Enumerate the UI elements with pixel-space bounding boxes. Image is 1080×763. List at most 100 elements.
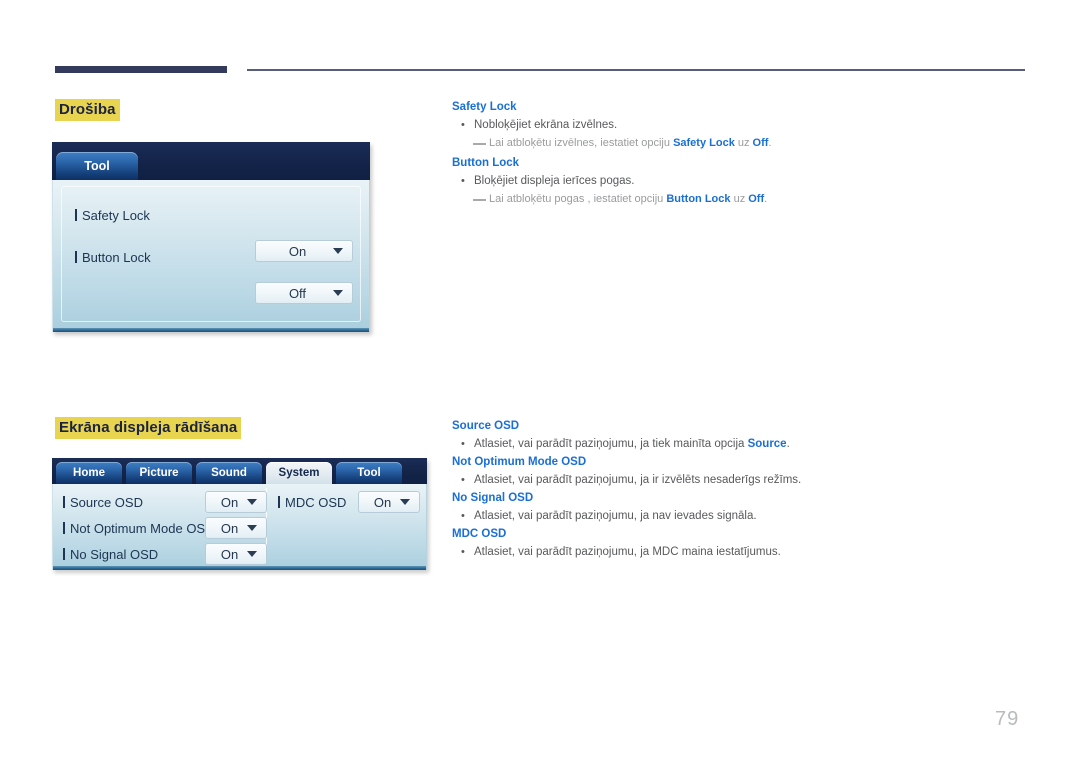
note-bullet-post-source: . [786, 438, 790, 450]
tab-home[interactable]: Home [56, 462, 122, 484]
tab-system-label: System [278, 467, 320, 479]
chevron-down-icon [247, 525, 257, 531]
osd-row-not-optimum-mode-osd: Not Optimum Mode OSD [63, 517, 215, 539]
note-title-source-osd: Source OSD [452, 420, 520, 432]
bullet-icon: • [461, 474, 465, 486]
note-sub-button-lock-text: Lai atbloķētu pogas , iestatiet opciju B… [489, 192, 1032, 207]
note-title-safety-lock: Safety Lock [452, 101, 517, 113]
bullet-icon: • [461, 119, 465, 131]
section-heading-security: Drošiba [55, 99, 120, 121]
safety-lock-value: On [288, 243, 307, 259]
bullet-icon [75, 251, 77, 263]
osd-row-safety-lock: Safety Lock [75, 204, 150, 226]
note-term-off-0: Off [752, 137, 769, 149]
note-dash-icon [473, 143, 486, 146]
note-bullet-button-lock-text: Bloķējiet displeja ierīces pogas. [474, 175, 635, 187]
note-bullet-safety-lock: • Nobloķējiet ekrāna izvēlnes. [452, 118, 1032, 133]
osd-row-label-safety-lock: Safety Lock [75, 208, 150, 223]
note-term-safety-lock: Safety Lock [673, 137, 735, 149]
note-bullet-source-osd-text: Atlasiet, vai parādīt paziņojumu, ja tie… [474, 437, 790, 452]
source-osd-select[interactable]: On [205, 491, 267, 513]
bullet-icon [63, 522, 65, 534]
tab-tool[interactable]: Tool [56, 152, 138, 180]
header-rule-thin [247, 69, 1025, 71]
page-number: 79 [995, 708, 1020, 730]
source-osd-value: On [220, 494, 239, 510]
chevron-down-icon [400, 499, 410, 505]
osd-tabbar-tool: Tool [52, 142, 370, 180]
mdc-osd-value: On [373, 494, 392, 510]
osd-row-source-osd: Source OSD [63, 491, 143, 513]
note-sub-safety-lock: Lai atbloķētu izvēlnes, iestatiet opciju… [452, 136, 1032, 151]
tab-system[interactable]: System [266, 462, 332, 484]
safety-lock-label-text: Safety Lock [82, 207, 150, 223]
note-title-mdc-osd: MDC OSD [452, 528, 507, 540]
tab-picture[interactable]: Picture [126, 462, 192, 484]
note-bullet-source-osd: • Atlasiet, vai parādīt paziņojumu, ja t… [452, 437, 1032, 452]
note-title-button-lock: Button Lock [452, 157, 520, 169]
bullet-icon: • [461, 175, 465, 187]
note-mid-1: uz [730, 193, 749, 205]
tab-sound[interactable]: Sound [196, 462, 262, 484]
bullet-icon [63, 548, 65, 560]
osd-row-label-no-signal-osd: No Signal OSD [63, 547, 158, 562]
osd-row-label-mdc-osd: MDC OSD [278, 495, 346, 510]
note-term-source: Source [747, 438, 787, 450]
bullet-icon [75, 209, 77, 221]
osd-panel-tool: Tool Safety Lock On Button Lock Off [52, 142, 370, 332]
no-signal-osd-value: On [220, 546, 239, 562]
note-pre-1: Lai atbloķētu pogas , iestatiet opciju [489, 193, 667, 205]
notes-osd: Source OSD • Atlasiet, vai parādīt paziņ… [452, 419, 1032, 563]
tab-sound-label: Sound [211, 467, 247, 479]
bullet-icon: • [461, 510, 465, 522]
not-optimum-mode-osd-select[interactable]: On [205, 517, 267, 539]
mdc-osd-label-text: MDC OSD [285, 494, 347, 510]
button-lock-value: Off [288, 285, 307, 301]
not-optimum-mode-osd-label-text: Not Optimum Mode OSD [70, 520, 215, 536]
bullet-icon [278, 496, 280, 508]
tab-tool-2[interactable]: Tool [336, 462, 402, 484]
note-post-0: . [768, 137, 772, 149]
osd-row-no-signal-osd: No Signal OSD [63, 543, 158, 565]
note-bullet-button-lock: • Bloķējiet displeja ierīces pogas. [452, 174, 1032, 189]
button-lock-select[interactable]: Off [255, 282, 353, 304]
osd-scroll-indicator[interactable] [53, 566, 193, 570]
no-signal-osd-select[interactable]: On [205, 543, 267, 565]
mdc-osd-select[interactable]: On [358, 491, 420, 513]
note-term-button-lock: Button Lock [666, 193, 731, 205]
osd-row-label-button-lock: Button Lock [75, 250, 151, 265]
chevron-down-icon [247, 499, 257, 505]
note-term-off-1: Off [748, 193, 765, 205]
osd-body-system: Source OSD On Not Optimum Mode OSD On No… [52, 484, 427, 570]
header-rule-thick [55, 66, 227, 73]
note-bullet-no-signal-osd-text: Atlasiet, vai parādīt paziņojumu, ja nav… [474, 510, 757, 522]
section-heading-osd: Ekrāna displeja rādīšana [55, 417, 242, 439]
tab-tool-2-label: Tool [357, 467, 381, 479]
tab-home-label: Home [73, 467, 105, 479]
note-post-1: . [764, 193, 768, 205]
note-bullet-safety-lock-text: Nobloķējiet ekrāna izvēlnes. [474, 119, 618, 131]
note-bullet-not-optimum-mode-osd: • Atlasiet, vai parādīt paziņojumu, ja i… [452, 473, 1032, 488]
source-osd-label-text: Source OSD [70, 494, 143, 510]
tab-picture-label: Picture [139, 467, 179, 479]
bullet-icon [63, 496, 65, 508]
note-sub-button-lock: Lai atbloķētu pogas , iestatiet opciju B… [452, 192, 1032, 207]
note-mid-0: uz [734, 137, 753, 149]
note-pre-0: Lai atbloķētu izvēlnes, iestatiet opciju [489, 137, 674, 149]
note-title-not-optimum-mode-osd: Not Optimum Mode OSD [452, 456, 587, 468]
osd-body-tool: Safety Lock On Button Lock Off [52, 180, 370, 332]
osd-row-label-source-osd: Source OSD [63, 495, 143, 510]
osd-tabbar-system: Home Picture Sound System Tool [52, 458, 427, 484]
not-optimum-mode-osd-value: On [220, 520, 239, 536]
safety-lock-select[interactable]: On [255, 240, 353, 262]
bullet-icon: • [461, 546, 465, 558]
note-title-no-signal-osd: No Signal OSD [452, 492, 534, 504]
chevron-down-icon [333, 290, 343, 296]
note-bullet-no-signal-osd: • Atlasiet, vai parādīt paziņojumu, ja n… [452, 509, 1032, 524]
notes-security: Safety Lock • Nobloķējiet ekrāna izvēlne… [452, 100, 1032, 212]
bullet-icon: • [461, 438, 465, 450]
osd-row-button-lock: Button Lock [75, 246, 151, 268]
button-lock-label-text: Button Lock [82, 249, 151, 265]
osd-row-mdc-osd: MDC OSD [278, 491, 346, 513]
osd-row-label-not-optimum-mode-osd: Not Optimum Mode OSD [63, 521, 215, 536]
